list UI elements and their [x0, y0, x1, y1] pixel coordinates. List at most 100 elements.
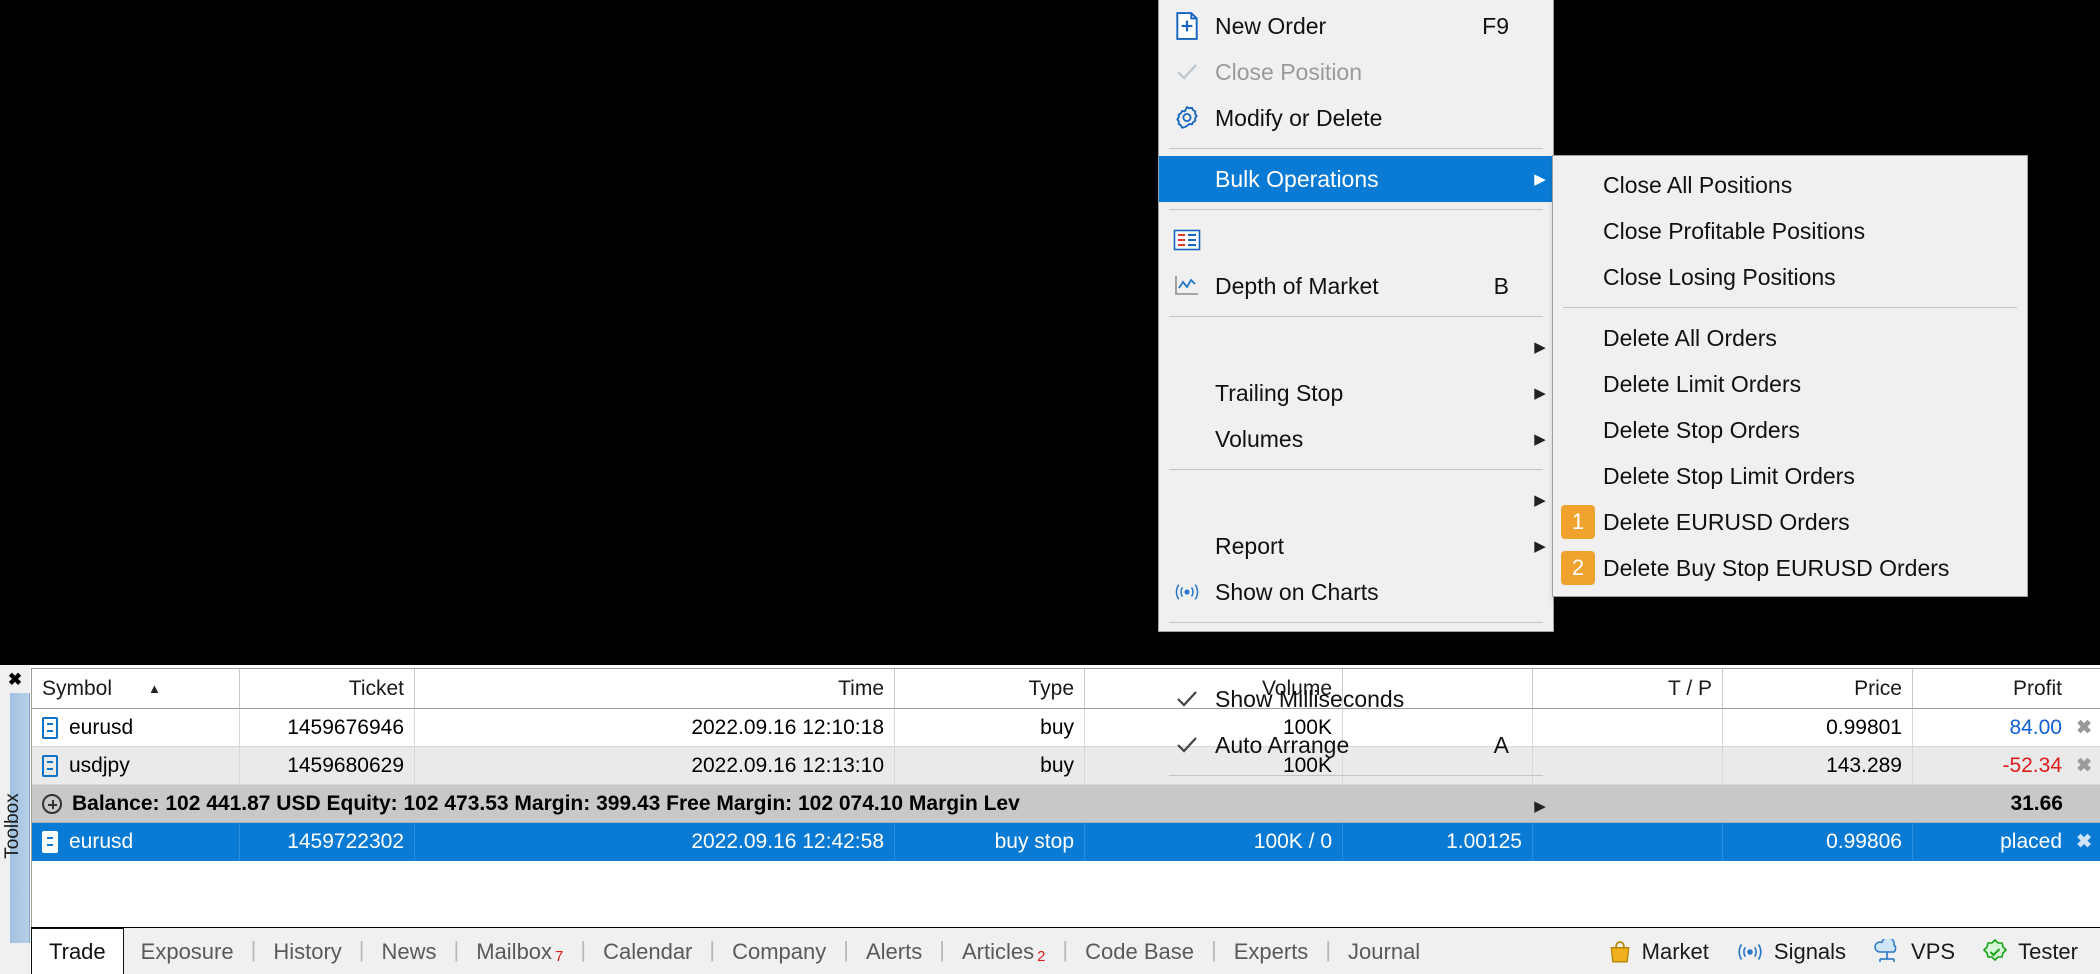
menu-item-bulk-operations[interactable]: Bulk Operations ▶ — [1159, 156, 1553, 202]
tab-trade[interactable]: Trade — [31, 928, 124, 974]
pending-order-icon — [42, 831, 58, 853]
cell-symbol-label: usdjpy — [69, 754, 130, 778]
menu-item-volumes-label: Trailing Stop — [1215, 380, 1509, 407]
menu-item-report[interactable]: ▶ — [1159, 477, 1553, 523]
submenu-item-delete-all-orders[interactable]: Delete All Orders — [1553, 315, 2027, 361]
menu-item-new-order-accel: F9 — [1482, 13, 1527, 40]
cell-tp — [1533, 747, 1723, 785]
menu-item-register-as-signal[interactable]: Show on Charts — [1159, 569, 1553, 615]
menu-item-modify-or-delete[interactable]: Modify or Delete — [1159, 95, 1553, 141]
tab-code-base[interactable]: Code Base — [1068, 930, 1211, 974]
menu-item-depth-of-market[interactable] — [1159, 217, 1553, 263]
cell-profit: -52.34 ✖ — [1913, 747, 2100, 785]
submenu-item-close-profitable-positions[interactable]: Close Profitable Positions — [1553, 208, 2027, 254]
chevron-right-icon: ▶ — [1527, 797, 1553, 815]
cell-time: 2022.09.16 12:42:58 — [415, 823, 895, 861]
tab-articles[interactable]: Articles 2 — [945, 930, 1062, 974]
submenu-item-delete-buy-stop-eurusd-orders-label: Delete Buy Stop EURUSD Orders — [1603, 555, 1949, 582]
position-icon — [42, 755, 58, 777]
menu-item-close-position: Close Position — [1159, 49, 1553, 95]
menu-item-show-on-charts-label: Report — [1215, 533, 1509, 560]
submenu-item-delete-stop-orders-label: Delete Stop Orders — [1603, 417, 1800, 444]
cell-profit-value: -52.34 — [2002, 754, 2062, 778]
tab-company[interactable]: Company — [715, 930, 843, 974]
plus-circle-icon[interactable] — [42, 794, 62, 814]
column-header-symbol-label: Symbol — [42, 677, 112, 701]
tab-experts[interactable]: Experts — [1217, 930, 1326, 974]
submenu-item-delete-buy-stop-eurusd-orders[interactable]: 2 Delete Buy Stop EURUSD Orders — [1553, 545, 2027, 591]
column-header-price[interactable]: Price — [1723, 669, 1913, 709]
cell-price: 143.289 — [1723, 747, 1913, 785]
tab-history[interactable]: History — [256, 930, 358, 974]
submenu-item-delete-eurusd-orders[interactable]: 1 Delete EURUSD Orders — [1553, 499, 2027, 545]
cell-ticket: 1459676946 — [240, 709, 415, 747]
menu-item-grid-label: Auto Arrange — [1215, 732, 1494, 759]
button-market[interactable]: Market — [1607, 939, 1709, 965]
tab-alerts[interactable]: Alerts — [849, 930, 939, 974]
submenu-item-close-losing-positions-label: Close Losing Positions — [1603, 264, 1836, 291]
menu-item-open-chart[interactable]: Depth of Market B — [1159, 263, 1553, 309]
close-icon[interactable]: ✖ — [2076, 756, 2092, 775]
cell-time: 2022.09.16 12:13:10 — [415, 747, 895, 785]
tab-mailbox[interactable]: Mailbox 7 — [459, 930, 580, 974]
column-header-time[interactable]: Time — [415, 669, 895, 709]
tab-exposure[interactable]: Exposure — [124, 930, 251, 974]
column-header-profit[interactable]: Profit — [1913, 669, 2100, 709]
account-summary-profit: 31.66 — [1913, 792, 2100, 816]
cell-tp — [1533, 709, 1723, 747]
position-icon — [42, 717, 58, 739]
check-icon — [1159, 689, 1215, 709]
submenu-item-delete-limit-orders-label: Delete Limit Orders — [1603, 371, 1801, 398]
menu-item-volumes[interactable]: Trailing Stop ▶ — [1159, 370, 1553, 416]
button-signals[interactable]: Signals — [1735, 939, 1846, 965]
menu-item-auto-arrange[interactable]: Show Milliseconds — [1159, 676, 1553, 722]
chevron-right-icon: ▶ — [1527, 537, 1553, 555]
toolbox-sidebar: ✖ Toolbox — [0, 665, 30, 974]
menu-item-trailing-stop[interactable]: ▶ — [1159, 324, 1553, 370]
submenu-item-delete-stop-limit-orders[interactable]: Delete Stop Limit Orders — [1553, 453, 2027, 499]
column-header-ticket[interactable]: Ticket — [240, 669, 415, 709]
menu-item-bulk-operations-label: Bulk Operations — [1215, 166, 1509, 193]
submenu-item-delete-stop-orders[interactable]: Delete Stop Orders — [1553, 407, 2027, 453]
menu-item-profit[interactable]: Volumes ▶ — [1159, 416, 1553, 462]
menu-item-grid[interactable]: Auto Arrange A — [1159, 722, 1553, 768]
app-root: ✖ Toolbox Symbol ▲ Ticket Time Type Volu… — [0, 0, 2100, 974]
close-icon[interactable]: ✖ — [4, 669, 26, 691]
table-row-selected[interactable]: eurusd 1459722302 2022.09.16 12:42:58 bu… — [32, 823, 2100, 861]
menu-separator — [1169, 622, 1543, 623]
column-header-symbol[interactable]: Symbol ▲ — [32, 669, 240, 709]
column-header-type[interactable]: Type — [895, 669, 1085, 709]
table-row[interactable]: eurusd 1459676946 2022.09.16 12:10:18 bu… — [32, 709, 2100, 747]
tab-calendar[interactable]: Calendar — [586, 930, 709, 974]
menu-separator — [1169, 316, 1543, 317]
submenu-item-close-profitable-positions-label: Close Profitable Positions — [1603, 218, 1865, 245]
column-header-tp[interactable]: T / P — [1533, 669, 1723, 709]
bulk-operations-submenu: Close All Positions Close Profitable Pos… — [1552, 155, 2028, 597]
account-summary-row[interactable]: Balance: 102 441.87 USD Equity: 102 473.… — [32, 785, 2100, 823]
button-tester[interactable]: Tester — [1981, 938, 2078, 966]
tab-journal[interactable]: Journal — [1331, 930, 1437, 974]
close-icon[interactable]: ✖ — [2076, 832, 2092, 851]
menu-item-new-order[interactable]: New Order F9 — [1159, 3, 1553, 49]
check-icon — [1159, 62, 1215, 82]
submenu-item-delete-limit-orders[interactable]: Delete Limit Orders — [1553, 361, 2027, 407]
submenu-item-close-losing-positions[interactable]: Close Losing Positions — [1553, 254, 2027, 300]
button-vps[interactable]: VPS — [1872, 939, 1955, 965]
table-row[interactable]: usdjpy 1459680629 2022.09.16 12:13:10 bu… — [32, 747, 2100, 785]
submenu-item-close-all-positions[interactable]: Close All Positions — [1553, 162, 2027, 208]
menu-item-close-position-label: Close Position — [1215, 59, 1509, 86]
menu-item-show-milliseconds[interactable] — [1159, 630, 1553, 676]
toolbox-right-actions: Market Signals — [1607, 930, 2100, 974]
menu-item-columns[interactable]: ▶ — [1159, 783, 1553, 829]
chevron-right-icon: ▶ — [1527, 170, 1553, 188]
cell-profit-value: 84.00 — [2009, 716, 2062, 740]
tab-articles-badge: 2 — [1037, 948, 1045, 965]
toolbox-tabs: Trade Exposure | History | News | Mailbo… — [31, 927, 1437, 974]
cell-price: 0.99801 — [1723, 709, 1913, 747]
tab-news[interactable]: News — [365, 930, 454, 974]
close-icon[interactable]: ✖ — [2076, 718, 2092, 737]
account-summary-text-wrap: Balance: 102 441.87 USD Equity: 102 473.… — [32, 792, 1913, 816]
menu-item-show-on-charts[interactable]: Report ▶ — [1159, 523, 1553, 569]
table-header-row: Symbol ▲ Ticket Time Type Volume T / P P… — [32, 669, 2100, 709]
menu-separator — [1169, 775, 1543, 776]
